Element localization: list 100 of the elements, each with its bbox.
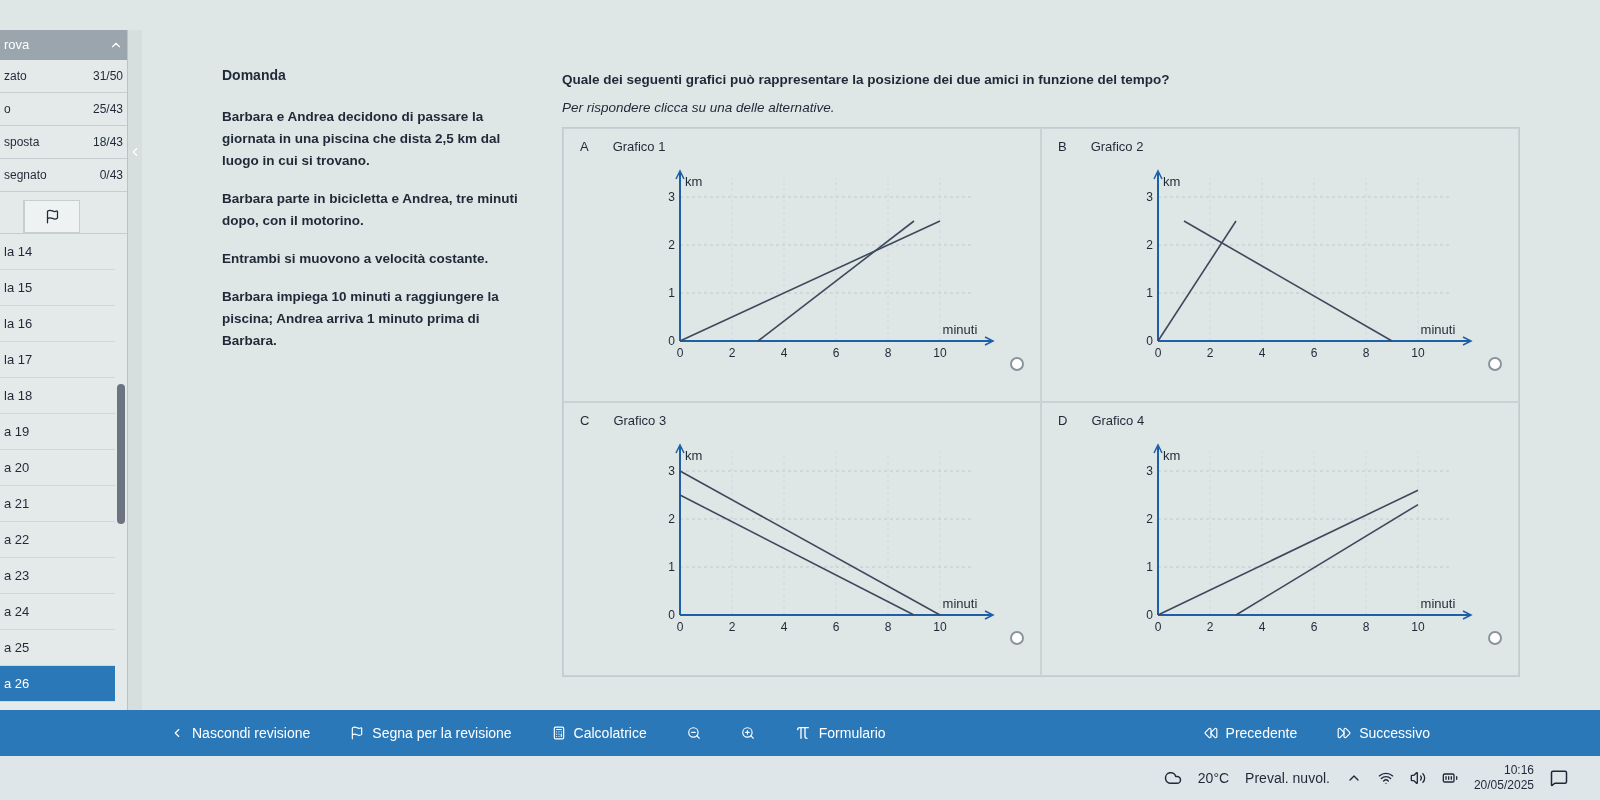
zoom-in-button[interactable] xyxy=(740,726,755,740)
tick-label: 0 xyxy=(668,608,675,622)
question-item[interactable]: a 19 xyxy=(0,414,115,450)
answer-prompt: Quale dei seguenti grafici può rappresentare la posizione dei due amici in funzione del tempo? xyxy=(562,71,1171,89)
question-item[interactable]: a 20 xyxy=(0,450,115,486)
flag-icon xyxy=(350,726,365,740)
radio-button[interactable] xyxy=(1488,631,1502,645)
axis-label: minuti xyxy=(1420,322,1456,337)
question-item[interactable]: la 16 xyxy=(0,306,115,342)
tick-label: 0 xyxy=(668,334,675,348)
tick-label: 4 xyxy=(780,620,788,634)
axis-label: minuti xyxy=(942,322,978,337)
rewind-icon xyxy=(1203,726,1218,740)
tick-label: 4 xyxy=(1258,620,1266,634)
tick-label: 4 xyxy=(780,346,788,360)
axis-label: minuti xyxy=(942,596,978,611)
question-item[interactable]: a 23 xyxy=(0,558,115,594)
option-letter: B xyxy=(1058,137,1067,156)
tick-label: 0 xyxy=(676,346,684,360)
calculator-button[interactable]: Calcolatrice xyxy=(551,722,647,744)
answer-option[interactable]: C Grafico 3 km minuti 0 1 2 3 0 2 4 6 8 10 xyxy=(563,401,1041,676)
radio-button[interactable] xyxy=(1010,357,1024,371)
tick-label: 6 xyxy=(832,346,840,360)
tick-label: 2 xyxy=(728,346,736,360)
tick-label: 10 xyxy=(1411,620,1425,634)
answer-hint: Per rispondere clicca su una delle alternative. xyxy=(562,99,836,118)
option-letter: A xyxy=(580,137,589,156)
formulas-button[interactable]: Formulario xyxy=(794,722,886,744)
fast-forward-icon xyxy=(1337,726,1352,740)
flag-icon xyxy=(44,209,60,224)
tick-label: 4 xyxy=(1258,346,1266,360)
weather-text: Preval. nuvol. xyxy=(1245,768,1330,788)
question-paragraph: Barbara impiega 10 minuti a raggiungere la piscina; Andrea arriva 1 minuto prima di Barbara. xyxy=(222,288,500,350)
tick-label: 6 xyxy=(1310,620,1318,634)
temperature: 20°C xyxy=(1197,768,1230,788)
tick-label: 2 xyxy=(1146,512,1153,526)
clock-time: 10:16 xyxy=(1503,763,1534,778)
answer-option[interactable]: B Grafico 2 km minuti 0 1 2 3 0 2 4 6 8 10 xyxy=(1041,127,1519,402)
flag-tab[interactable] xyxy=(24,200,80,233)
summary-label: zato xyxy=(4,68,27,85)
previous-button[interactable]: Precedente xyxy=(1203,722,1298,744)
question-item[interactable]: la 15 xyxy=(0,270,115,306)
option-title: Grafico 3 xyxy=(613,411,667,430)
summary-count: 31/50 xyxy=(92,68,123,85)
question-item[interactable]: la 17 xyxy=(0,342,115,378)
calculator-icon xyxy=(551,726,566,740)
summary-label: sposta xyxy=(4,134,40,151)
tick-label: 10 xyxy=(1411,346,1425,360)
tick-label: 6 xyxy=(832,620,840,634)
question-item[interactable]: la 14 xyxy=(0,234,115,270)
notification-icon xyxy=(1550,769,1568,787)
tick-label: 0 xyxy=(1154,620,1162,634)
flag-button[interactable]: Segna per la revisione xyxy=(350,722,512,744)
tick-label: 3 xyxy=(1146,190,1153,204)
hide-review-button[interactable]: Nascondi revisione xyxy=(170,722,311,744)
weather-icon xyxy=(1163,769,1182,787)
question-item[interactable]: a 21 xyxy=(0,486,115,522)
summary-count: 0/43 xyxy=(99,167,123,184)
scrollbar-thumb[interactable] xyxy=(117,384,125,524)
tick-label: 1 xyxy=(1146,286,1153,300)
question-item[interactable]: a 22 xyxy=(0,522,115,558)
tick-label: 6 xyxy=(1310,346,1318,360)
tick-label: 2 xyxy=(1206,620,1214,634)
summary-count: 25/43 xyxy=(92,101,123,118)
tick-label: 1 xyxy=(1146,560,1153,574)
zoom-out-button[interactable] xyxy=(686,726,701,740)
question-paragraph: Barbara parte in bicicletta e Andrea, tre minuti dopo, con il motorino. xyxy=(222,190,519,230)
tick-label: 2 xyxy=(728,620,736,634)
wifi-icon xyxy=(1377,770,1394,786)
tick-label: 1 xyxy=(668,560,675,574)
option-letter: C xyxy=(580,411,590,430)
tick-label: 10 xyxy=(933,620,947,634)
next-button[interactable]: Successivo xyxy=(1337,722,1430,744)
summary-label: o xyxy=(4,101,11,118)
option-title: Grafico 4 xyxy=(1091,411,1145,430)
axis-label: km xyxy=(1163,174,1181,189)
axis-label: km xyxy=(685,448,703,463)
tick-label: 3 xyxy=(668,190,675,204)
tick-label: 1 xyxy=(668,286,675,300)
tick-label: 3 xyxy=(668,464,675,478)
tick-label: 8 xyxy=(1362,346,1370,360)
radio-button[interactable] xyxy=(1010,631,1024,645)
answer-option[interactable]: A Grafico 1 km minuti 0 1 2 3 0 2 4 6 8 10 xyxy=(563,127,1041,402)
radio-button[interactable] xyxy=(1488,357,1502,371)
tick-label: 2 xyxy=(1206,346,1214,360)
question-paragraph: Barbara e Andrea decidono di passare la giornata in una piscina che dista 2,5 km dal luogo in cui si trovano. xyxy=(222,108,502,170)
question-item[interactable]: a 26 xyxy=(0,666,115,702)
speaker-icon xyxy=(1409,770,1426,786)
option-title: Grafico 2 xyxy=(1090,137,1144,156)
axis-label: minuti xyxy=(1420,596,1456,611)
question-item[interactable]: la 18 xyxy=(0,378,115,414)
tick-label: 0 xyxy=(1146,608,1153,622)
tick-label: 8 xyxy=(884,620,892,634)
clock-date: 20/05/2025 xyxy=(1473,778,1534,793)
question-item[interactable]: a 24 xyxy=(0,594,115,630)
option-letter: D xyxy=(1058,411,1068,430)
tick-label: 2 xyxy=(668,238,675,252)
tick-label: 0 xyxy=(1154,346,1162,360)
answer-option[interactable]: D Grafico 4 km minuti 0 1 2 3 0 2 4 6 8 10 xyxy=(1041,401,1519,676)
tick-label: 2 xyxy=(1146,238,1153,252)
